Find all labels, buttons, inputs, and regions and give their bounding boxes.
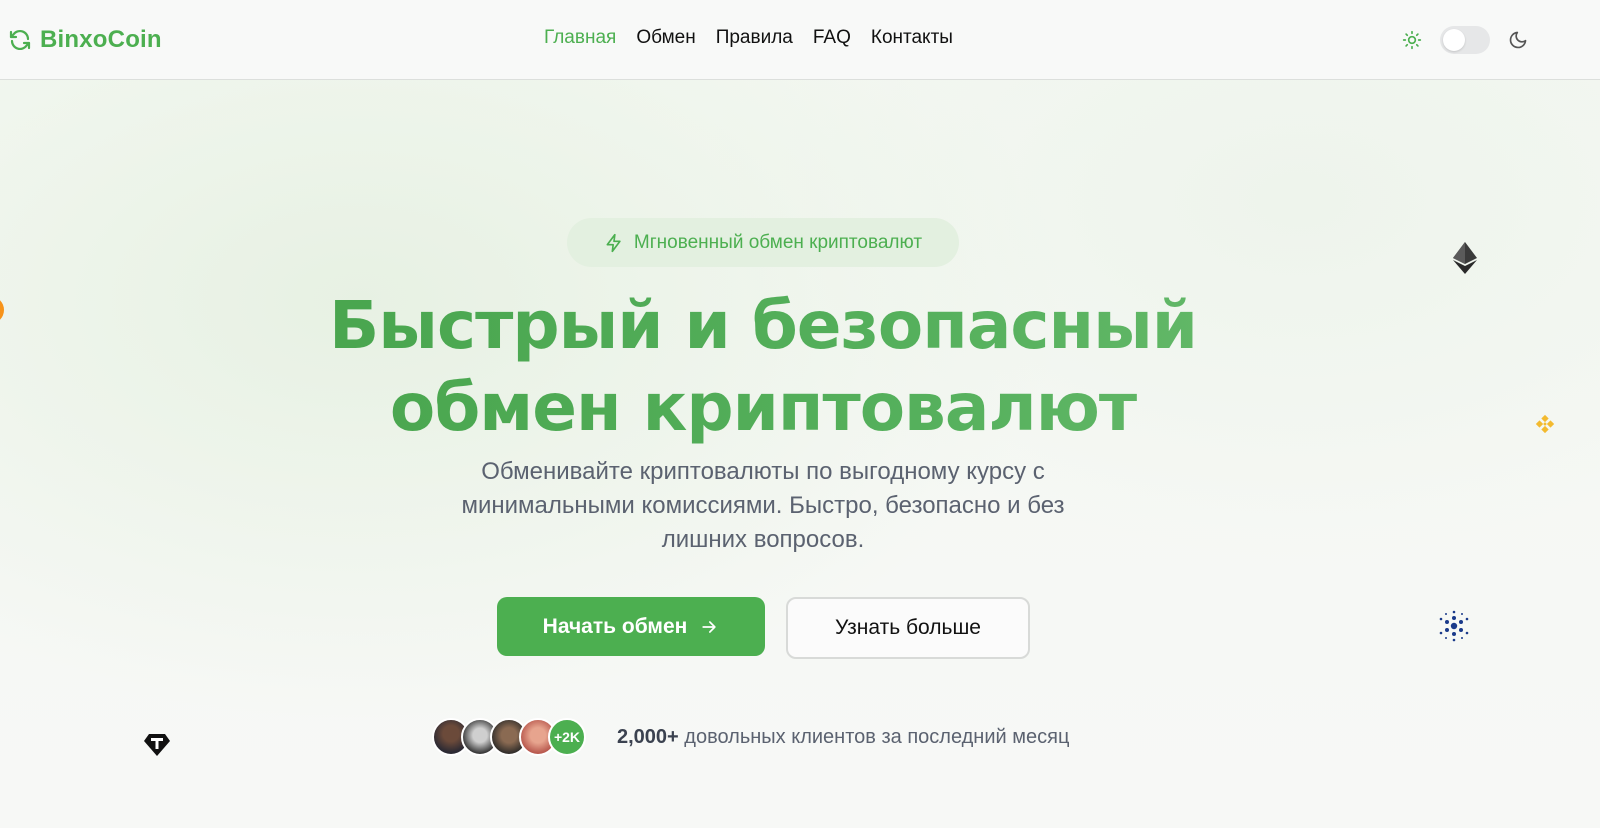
avatar-group: +2K: [432, 718, 586, 756]
sun-icon: [1402, 30, 1422, 50]
hero-badge: Мгновенный обмен криптовалют: [567, 218, 959, 267]
logo-text: BinxoCoin: [40, 26, 162, 53]
hero-title: Быстрый и безопасный обмен криптовалют: [0, 285, 1526, 449]
social-proof-label: довольных клиентов за последний месяц: [684, 725, 1070, 748]
nav-item-faq[interactable]: FAQ: [813, 27, 851, 49]
tether-icon: [144, 733, 170, 757]
ethereum-icon: [1453, 242, 1477, 274]
hero-title-line-1: Быстрый и безопасный: [328, 287, 1198, 364]
logo[interactable]: BinxoCoin: [8, 24, 162, 56]
theme-switcher: [1402, 26, 1528, 54]
learn-more-button[interactable]: Узнать больше: [786, 597, 1030, 659]
learn-more-label: Узнать больше: [835, 616, 981, 639]
binance-icon: [1534, 413, 1556, 435]
lightning-icon: [606, 233, 621, 252]
header: BinxoCoin Главная Обмен Правила FAQ Конт…: [0, 0, 1600, 80]
nav-item-exchange[interactable]: Обмен: [636, 27, 695, 49]
hero-badge-label: Мгновенный обмен криптовалют: [633, 231, 923, 253]
nav-item-contacts[interactable]: Контакты: [871, 27, 953, 49]
nav-item-home[interactable]: Главная: [544, 27, 616, 49]
social-proof: +2K 2,000+ довольных клиентов за последн…: [432, 718, 1069, 756]
social-proof-text: 2,000+ довольных клиентов за последний м…: [617, 726, 1069, 749]
refresh-icon: [9, 30, 31, 50]
hero-title-line-2: обмен криптовалют: [389, 369, 1137, 446]
avatar-more-badge: +2K: [548, 718, 586, 756]
cardano-icon: [1437, 609, 1471, 643]
toggle-knob: [1443, 29, 1465, 51]
start-exchange-button[interactable]: Начать обмен: [497, 597, 765, 656]
social-proof-count: 2,000+: [617, 725, 679, 748]
start-exchange-label: Начать обмен: [542, 614, 688, 638]
moon-icon: [1509, 31, 1527, 49]
main-nav: Главная Обмен Правила FAQ Контакты: [544, 27, 953, 49]
hero-subtitle: Обменивайте криптовалюты по выгодному ку…: [461, 458, 1065, 553]
theme-toggle[interactable]: [1440, 26, 1490, 54]
arrow-right-icon: [702, 620, 716, 633]
page: BinxoCoin Главная Обмен Правила FAQ Конт…: [0, 0, 1600, 828]
nav-item-rules[interactable]: Правила: [716, 27, 793, 49]
bitcoin-icon: [0, 296, 4, 324]
